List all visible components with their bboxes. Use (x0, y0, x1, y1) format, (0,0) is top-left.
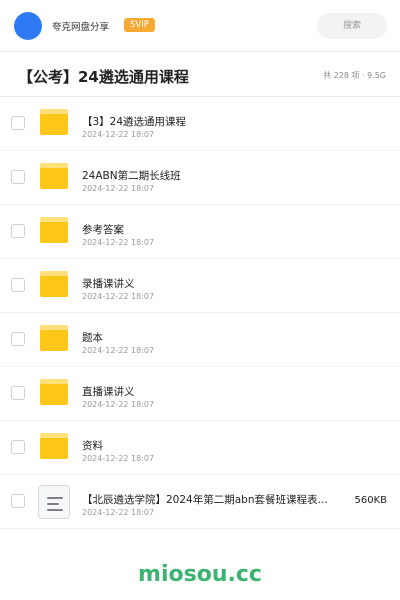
list-item[interactable]: 参考答案 2024-12-22 18:07 (0, 205, 400, 259)
item-name: 【3】24遴选通用课程 (82, 116, 187, 128)
item-name: 题本 (82, 332, 103, 344)
item-name: 资料 (82, 440, 103, 452)
item-name: 24ABN第二期长线班 (82, 170, 181, 182)
watermark: miosou.cc (138, 562, 262, 587)
item-name: 【北辰遴选学院】2024年第二期abn套餐班课程表… (82, 494, 328, 506)
item-date: 2024-12-22 18:07 (82, 130, 155, 139)
document-icon (38, 485, 70, 519)
folder-icon (40, 379, 68, 405)
avatar[interactable] (14, 12, 42, 40)
item-name: 直播课讲义 (82, 386, 135, 398)
folder-icon (40, 163, 68, 189)
item-date: 2024-12-22 18:07 (82, 508, 155, 517)
item-date: 2024-12-22 18:07 (82, 454, 155, 463)
item-date: 2024-12-22 18:07 (82, 346, 155, 355)
list-item[interactable]: 24ABN第二期长线班 2024-12-22 18:07 (0, 151, 400, 205)
select-checkbox[interactable] (11, 278, 25, 292)
select-checkbox[interactable] (11, 332, 25, 346)
item-name: 参考答案 (82, 224, 124, 236)
page-title: 【公考】24遴选通用课程 (18, 68, 189, 86)
select-checkbox[interactable] (11, 170, 25, 184)
item-date: 2024-12-22 18:07 (82, 292, 155, 301)
folder-meta: 共 228 项 · 9.5G (323, 71, 386, 80)
folder-icon (40, 271, 68, 297)
file-list: 【3】24遴选通用课程 2024-12-22 18:07 24ABN第二期长线班… (0, 97, 400, 529)
select-checkbox[interactable] (11, 494, 25, 508)
file-size: 560KB (354, 495, 387, 506)
select-checkbox[interactable] (11, 386, 25, 400)
item-name: 录播课讲义 (82, 278, 135, 290)
list-item[interactable]: 资料 2024-12-22 18:07 (0, 421, 400, 475)
folder-icon (40, 217, 68, 243)
folder-icon (40, 325, 68, 351)
username: 夸克网盘分享 (52, 22, 110, 33)
top-bar: 夸克网盘分享 SVIP 搜索 (0, 0, 400, 52)
item-date: 2024-12-22 18:07 (82, 238, 155, 247)
select-checkbox[interactable] (11, 224, 25, 238)
item-date: 2024-12-22 18:07 (82, 400, 155, 409)
item-date: 2024-12-22 18:07 (82, 184, 155, 193)
list-item[interactable]: 题本 2024-12-22 18:07 (0, 313, 400, 367)
folder-icon (40, 433, 68, 459)
svip-badge: SVIP (124, 18, 155, 32)
select-checkbox[interactable] (11, 440, 25, 454)
list-item[interactable]: 【3】24遴选通用课程 2024-12-22 18:07 (0, 97, 400, 151)
list-item[interactable]: 【北辰遴选学院】2024年第二期abn套餐班课程表… 2024-12-22 18… (0, 475, 400, 529)
search-button[interactable]: 搜索 (317, 13, 387, 39)
list-item[interactable]: 录播课讲义 2024-12-22 18:07 (0, 259, 400, 313)
list-item[interactable]: 直播课讲义 2024-12-22 18:07 (0, 367, 400, 421)
folder-icon (40, 109, 68, 135)
select-checkbox[interactable] (11, 116, 25, 130)
